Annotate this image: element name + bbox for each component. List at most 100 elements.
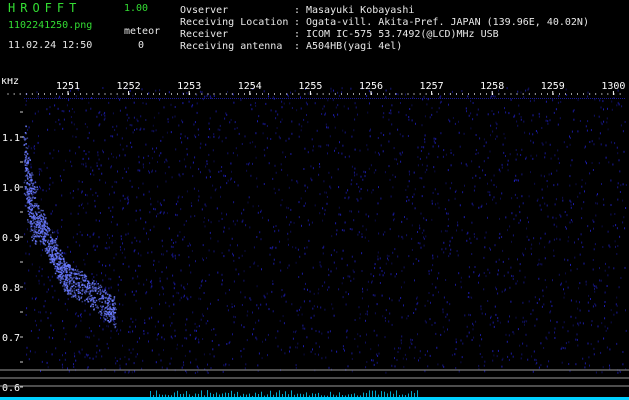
noise-pixel (321, 113, 323, 115)
noise-pixel (221, 283, 223, 286)
noise-pixel (524, 319, 526, 322)
noise-pixel (454, 191, 456, 193)
noise-pixel (86, 126, 88, 129)
noise-pixel (44, 300, 46, 303)
noise-pixel (368, 215, 370, 218)
noise-pixel (110, 278, 112, 281)
noise-pixel (501, 163, 503, 166)
noise-pixel (399, 152, 401, 155)
noise-pixel (183, 286, 185, 289)
noise-pixel (100, 317, 102, 319)
noise-pixel (326, 126, 327, 129)
noise-pixel (169, 362, 171, 365)
noise-pixel (166, 212, 168, 215)
noise-pixel (528, 238, 530, 241)
noise-pixel (583, 262, 585, 265)
noise-pixel (485, 141, 487, 144)
noise-pixel (451, 182, 453, 185)
noise-pixel (319, 163, 320, 165)
noise-pixel (119, 357, 121, 360)
meteor-trace-pixel (113, 297, 116, 299)
noise-pixel (211, 340, 213, 342)
top-band-pixel (458, 98, 459, 99)
noise-pixel (610, 141, 612, 144)
noise-pixel (547, 215, 549, 218)
baseline-spike (159, 394, 160, 397)
noise-pixel (374, 151, 376, 154)
meteor-trace-pixel (88, 296, 90, 298)
noise-pixel (194, 134, 196, 137)
noise-pixel (471, 202, 473, 205)
meteor-trace-pixel (33, 231, 35, 233)
noise-pixel (319, 264, 321, 267)
noise-pixel (81, 348, 83, 351)
noise-pixel (464, 314, 466, 317)
noise-pixel (443, 241, 445, 244)
meteor-trace-pixel (33, 186, 36, 188)
noise-pixel (186, 337, 188, 340)
baseline-spike (291, 390, 292, 397)
noise-pixel (501, 236, 503, 238)
x-tick-label: 1252 (117, 81, 141, 92)
meteor-trace-pixel (44, 248, 46, 250)
top-band-pixel (342, 98, 343, 99)
meteor-trace-pixel (41, 238, 44, 241)
noise-pixel (177, 234, 179, 237)
noise-pixel (512, 234, 514, 237)
noise-pixel (270, 138, 272, 140)
top-band-pixel (582, 98, 583, 99)
noise-pixel (546, 286, 548, 289)
noise-pixel (98, 158, 100, 161)
noise-pixel (587, 120, 589, 123)
noise-pixel (101, 114, 103, 116)
noise-pixel (604, 305, 605, 307)
noise-pixel (151, 251, 153, 254)
top-band-pixel (212, 98, 213, 99)
noise-pixel (234, 316, 236, 319)
noise-pixel (113, 191, 115, 194)
meteor-trace-pixel (87, 301, 90, 303)
meteor-trace-pixel (40, 220, 43, 223)
noise-pixel (49, 106, 51, 109)
meteor-trace-pixel (89, 285, 91, 287)
meteor-trace-pixel (69, 292, 72, 295)
noise-pixel (292, 246, 294, 249)
noise-pixel (255, 132, 257, 135)
meteor-trace-pixel (40, 225, 42, 227)
noise-pixel (181, 119, 183, 122)
top-band-pixel (116, 98, 117, 99)
noise-pixel (118, 289, 120, 292)
noise-pixel (366, 310, 368, 313)
noise-pixel (251, 108, 253, 111)
top-band-pixel (316, 98, 317, 99)
noise-pixel (312, 149, 314, 152)
noise-pixel (190, 271, 192, 274)
meteor-trace-pixel (34, 229, 36, 232)
top-band-pixel (590, 98, 591, 99)
noise-pixel (33, 145, 35, 148)
noise-pixel (226, 305, 228, 307)
noise-pixel (163, 199, 165, 202)
noise-pixel (510, 98, 512, 101)
meteor-trace-pixel (110, 317, 112, 320)
noise-pixel (569, 199, 571, 202)
top-band-pixel (344, 98, 345, 99)
noise-pixel (466, 325, 468, 328)
noise-pixel (143, 227, 145, 230)
top-band-pixel (622, 98, 623, 99)
meteor-trace-pixel (82, 289, 84, 291)
noise-pixel (43, 162, 45, 165)
noise-pixel (122, 263, 124, 265)
noise-pixel (46, 166, 48, 169)
noise-pixel (350, 279, 352, 282)
top-band-pixel (300, 98, 301, 99)
meteor-trace-pixel (44, 220, 47, 223)
noise-pixel (233, 101, 235, 104)
top-band-pixel (492, 98, 493, 99)
noise-pixel (202, 315, 204, 317)
baseline-spike (375, 390, 376, 397)
noise-pixel (570, 263, 571, 266)
noise-pixel (156, 338, 158, 341)
noise-pixel (63, 110, 65, 113)
noise-pixel (465, 107, 467, 110)
